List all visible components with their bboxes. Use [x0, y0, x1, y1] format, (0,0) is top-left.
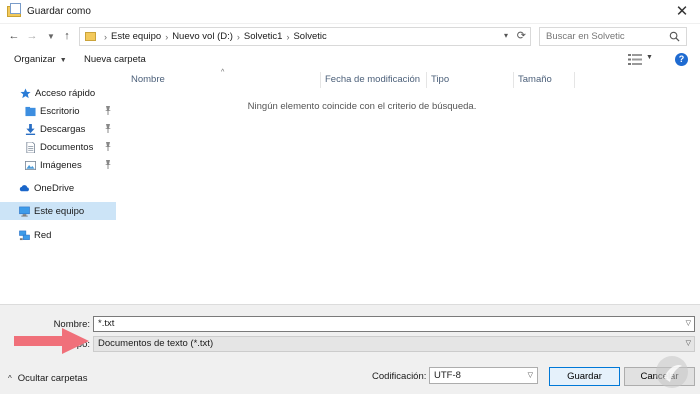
- breadcrumb-item[interactable]: Este equipo: [111, 31, 161, 42]
- file-name-input[interactable]: *.txt ▽: [93, 316, 695, 332]
- sidebar-item-documents[interactable]: Documentos: [0, 138, 116, 156]
- sidebar-item-label: Red: [34, 229, 52, 241]
- breadcrumb-item[interactable]: Nuevo vol (D:): [172, 31, 233, 42]
- breadcrumb-separator-icon[interactable]: ›: [104, 32, 107, 42]
- chevron-down-icon[interactable]: ▽: [686, 317, 691, 331]
- logo-watermark-icon: [656, 356, 688, 388]
- pin-icon: [105, 142, 111, 151]
- help-icon[interactable]: ?: [675, 53, 688, 66]
- encoding-label: Codificación:: [372, 371, 427, 382]
- column-divider[interactable]: [513, 72, 514, 88]
- desktop-folder-icon: [25, 106, 36, 116]
- address-dropdown-icon[interactable]: ▾: [504, 31, 508, 40]
- pin-icon: [105, 124, 111, 133]
- close-icon[interactable]: ✕: [674, 4, 690, 20]
- chevron-down-icon[interactable]: ▽: [528, 368, 533, 383]
- sidebar-item-label: Escritorio: [40, 105, 80, 117]
- sidebar-item-label: Descargas: [40, 123, 86, 135]
- downloads-icon: [25, 123, 36, 135]
- file-list-header: ^ Nombre Fecha de modificación Tipo Tama…: [117, 69, 700, 88]
- search-input[interactable]: [546, 31, 664, 42]
- search-icon[interactable]: [669, 31, 680, 42]
- breadcrumb-separator-icon[interactable]: ›: [165, 32, 168, 42]
- sidebar-item-label: Este equipo: [34, 205, 85, 217]
- pictures-icon: [25, 160, 36, 170]
- documents-icon: [26, 141, 35, 153]
- sidebar-item-downloads[interactable]: Descargas: [0, 120, 116, 138]
- column-header-name[interactable]: Nombre: [131, 74, 165, 85]
- view-chevron-down-icon[interactable]: ▼: [646, 54, 653, 61]
- back-arrow-icon[interactable]: ←: [6, 28, 22, 44]
- toolbar: Organizar ▼ Nueva carpeta ▼ ?: [0, 49, 700, 71]
- address-bar[interactable]: › Este equipo › Nuevo vol (D:) › Solveti…: [79, 27, 531, 46]
- empty-list-message: Ningún elemento coincide con el criterio…: [247, 101, 477, 112]
- refresh-icon[interactable]: ⟳: [517, 29, 526, 42]
- navigation-pane: Acceso rápido Escritorio Descargas Docum…: [0, 74, 117, 304]
- file-type-value: Documentos de texto (*.txt): [98, 338, 214, 349]
- sidebar-item-pictures[interactable]: Imágenes: [0, 156, 116, 174]
- sidebar-item-quick-access[interactable]: Acceso rápido: [0, 84, 116, 102]
- pin-icon: [105, 106, 111, 115]
- sidebar-item-desktop[interactable]: Escritorio: [0, 102, 116, 120]
- organize-button[interactable]: Organizar ▼: [14, 54, 67, 65]
- forward-arrow-icon[interactable]: →: [24, 28, 40, 44]
- title-bar: Guardar como ✕: [0, 0, 700, 24]
- save-button[interactable]: Guardar: [549, 367, 620, 386]
- chevron-down-icon[interactable]: ▽: [686, 337, 691, 351]
- encoding-value: UTF-8: [434, 370, 461, 381]
- window-title: Guardar como: [27, 6, 91, 17]
- file-type-select[interactable]: Documentos de texto (*.txt) ▽: [93, 336, 695, 352]
- new-folder-button[interactable]: Nueva carpeta: [84, 54, 146, 65]
- breadcrumb-separator-icon[interactable]: ›: [237, 32, 240, 42]
- hide-folders-label: Ocultar carpetas: [17, 373, 88, 384]
- recent-locations-chevron-icon[interactable]: ▼: [43, 28, 59, 44]
- view-options-icon[interactable]: [628, 54, 642, 65]
- navigation-bar: ← → ▼ ↑ › Este equipo › Nuevo vol (D:) ›…: [0, 24, 700, 48]
- breadcrumb-separator-icon[interactable]: ›: [286, 32, 289, 42]
- sidebar-item-label: Imágenes: [40, 159, 82, 171]
- hide-folders-button[interactable]: ^ Ocultar carpetas: [8, 373, 87, 384]
- search-box[interactable]: [539, 27, 687, 46]
- encoding-select[interactable]: UTF-8 ▽: [429, 367, 538, 384]
- sidebar-item-network[interactable]: Red: [0, 226, 116, 244]
- up-arrow-icon[interactable]: ↑: [59, 28, 75, 44]
- chevron-down-icon: ▼: [59, 57, 67, 64]
- breadcrumb-item[interactable]: Solvetic1: [244, 31, 283, 42]
- breadcrumb-item[interactable]: Solvetic: [293, 31, 326, 42]
- pin-icon: [105, 160, 111, 169]
- sort-ascending-icon: ^: [221, 69, 225, 76]
- save-dialog-icon: [7, 3, 21, 17]
- folder-icon: [85, 32, 96, 41]
- sidebar-item-label: Documentos: [40, 141, 94, 153]
- sidebar-item-label: OneDrive: [34, 182, 75, 194]
- column-divider[interactable]: [320, 72, 321, 88]
- column-header-type[interactable]: Tipo: [431, 74, 449, 85]
- star-icon: [20, 87, 31, 98]
- cloud-icon: [19, 184, 29, 191]
- column-divider[interactable]: [574, 72, 575, 88]
- column-divider[interactable]: [426, 72, 427, 88]
- column-header-size[interactable]: Tamaño: [518, 74, 552, 85]
- organize-label: Organizar: [14, 54, 56, 65]
- sidebar-item-this-pc[interactable]: Este equipo: [0, 202, 116, 220]
- file-name-value: *.txt: [98, 318, 115, 329]
- save-options-panel: Nombre: *.txt ▽ Tipo: Documentos de text…: [0, 304, 700, 394]
- computer-icon: [19, 206, 30, 217]
- highlight-arrow-icon: [14, 328, 89, 354]
- column-header-date[interactable]: Fecha de modificación: [325, 74, 420, 85]
- sidebar-item-onedrive[interactable]: OneDrive: [0, 179, 116, 197]
- network-icon: [19, 230, 30, 240]
- chevron-up-icon: ^: [8, 374, 12, 383]
- sidebar-item-label: Acceso rápido: [35, 87, 96, 99]
